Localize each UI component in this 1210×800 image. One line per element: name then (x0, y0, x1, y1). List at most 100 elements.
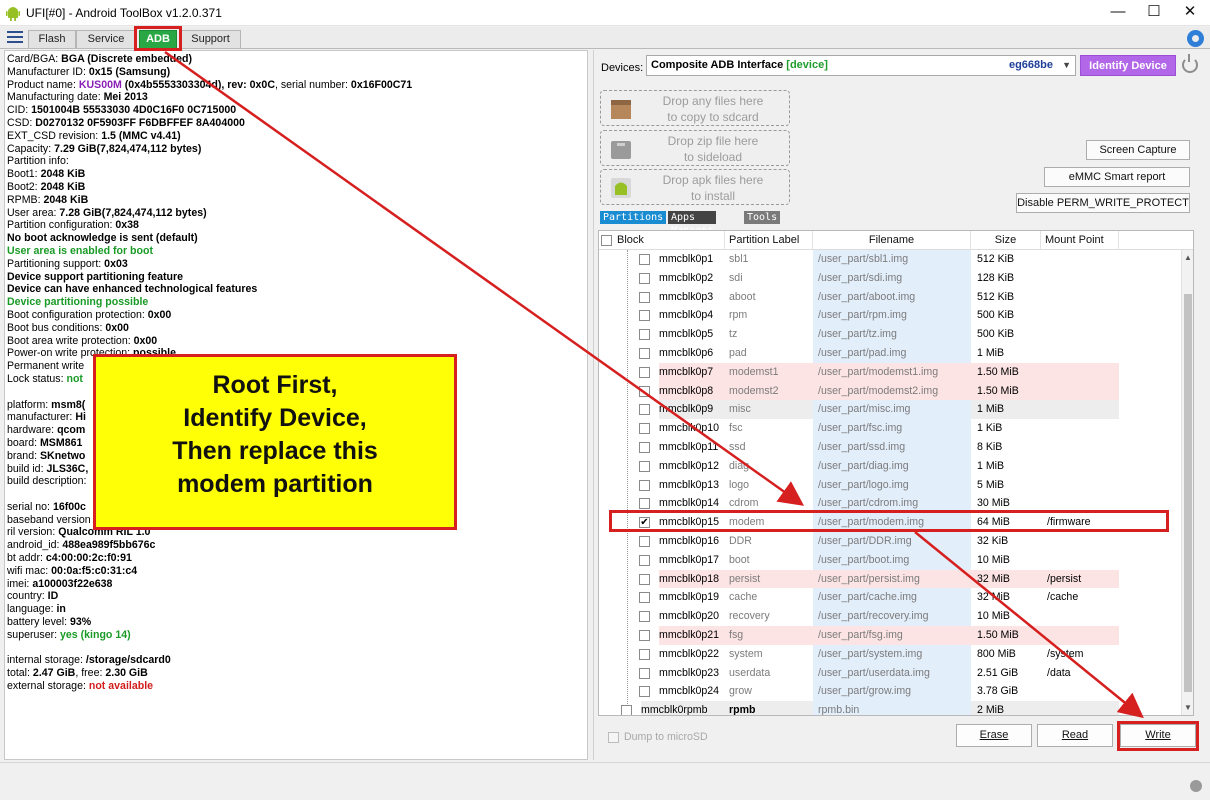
power-icon[interactable] (1182, 54, 1198, 73)
row-checkbox[interactable] (639, 498, 650, 510)
table-row[interactable]: mmcblk0p3 aboot/user_part/aboot.img 512 Ki… (599, 287, 1181, 307)
cell-label: diag (729, 459, 750, 472)
cell-block: mmcblk0p20 (659, 610, 720, 623)
row-checkbox[interactable] (639, 648, 650, 660)
row-checkbox[interactable] (639, 630, 650, 641)
device-select[interactable]: Composite ADB Interface [device] eg668be… (646, 55, 1076, 76)
row-checkbox[interactable] (639, 554, 650, 566)
tab-service[interactable]: Service (76, 30, 136, 48)
cell-file: /user_part/diag.img (813, 456, 971, 476)
table-row[interactable]: mmcblk0p19 cache/user_part/cache.img 32 Mi… (599, 588, 1181, 608)
row-checkbox[interactable] (639, 348, 650, 359)
row-checkbox[interactable] (639, 667, 650, 679)
row-checkbox[interactable] (639, 536, 650, 547)
cell-size: 512 KiB (977, 290, 1015, 303)
table-row[interactable]: mmcblk0p21 fsg/user_part/fsg.img 1.50 MiB (599, 626, 1181, 645)
table-row[interactable]: mmcblk0p13 logo/user_part/logo.img 5 MiB (599, 475, 1181, 495)
table-row[interactable]: mmcblk0p16 DDR/user_part/DDR.img 32 KiB (599, 532, 1181, 551)
minimize-button[interactable]: — (1100, 0, 1136, 24)
table-row[interactable]: mmcblk0p7 modemst1/user_part/modemst1.img… (599, 362, 1181, 382)
row-checkbox[interactable] (639, 272, 650, 284)
table-row[interactable]: mmcblk0p23 userdata/user_part/userdata.im… (599, 663, 1181, 683)
scroll-up-icon[interactable]: ▲ (1183, 252, 1193, 264)
column-partition-label[interactable]: Partition Label (725, 231, 813, 250)
partition-table[interactable]: Block Partition Label Filename Size Moun… (598, 230, 1194, 716)
row-checkbox[interactable] (639, 442, 650, 453)
emmc-smart-report-button[interactable]: eMMC Smart report (1044, 167, 1190, 187)
cell-label: ssd (729, 441, 746, 453)
row-checkbox[interactable] (639, 460, 650, 472)
info-line: Boot area write protection: 0x00 (7, 334, 158, 347)
dropzone-apk[interactable]: Drop apk files here to install (600, 169, 790, 205)
tab-support[interactable]: Support (180, 30, 241, 48)
row-checkbox[interactable] (639, 329, 650, 341)
column-block[interactable]: Block (617, 231, 725, 250)
maximize-button[interactable]: ☐ (1136, 0, 1172, 24)
modem-row-highlight (609, 510, 1169, 532)
close-button[interactable]: ✕ (1172, 0, 1208, 24)
info-line: User area: 7.28 GiB(7,824,474,112 bytes) (7, 206, 207, 219)
row-checkbox[interactable] (639, 686, 650, 698)
row-checkbox[interactable] (639, 479, 650, 491)
row-checkbox[interactable] (639, 423, 650, 435)
row-checkbox[interactable] (639, 573, 650, 585)
column-mount-point[interactable]: Mount Point (1041, 231, 1119, 250)
dropzone-sideload[interactable]: Drop zip file here to sideload (600, 130, 790, 166)
info-line: Device support partitioning feature (7, 270, 183, 283)
read-button[interactable]: Read (1037, 724, 1113, 747)
row-checkbox[interactable] (639, 611, 650, 623)
hamburger-menu-icon[interactable] (7, 31, 23, 45)
row-checkbox[interactable] (639, 291, 650, 303)
row-checkbox[interactable] (639, 366, 650, 378)
screen-capture-button[interactable]: Screen Capture (1086, 140, 1190, 160)
cell-label: DDR (729, 535, 752, 547)
table-row[interactable]: mmcblk0p10 fsc/user_part/fsc.img 1 KiB (599, 419, 1181, 438)
table-row[interactable]: mmcblk0p12 diag/user_part/diag.img 1 MiB (599, 456, 1181, 476)
cell-label: modemst2 (725, 381, 813, 401)
column-size[interactable]: Size (971, 231, 1041, 250)
table-row[interactable]: mmcblk0p17 boot/user_part/boot.img 10 MiB (599, 550, 1181, 570)
tab-flash[interactable]: Flash (28, 30, 76, 48)
subtab-tools[interactable]: Tools (744, 211, 781, 224)
table-row[interactable]: mmcblk0p4 rpm/user_part/rpm.img 500 KiB (599, 306, 1181, 326)
chevron-down-icon[interactable]: ▼ (1062, 56, 1071, 75)
row-checkbox[interactable] (639, 385, 650, 397)
settings-gear-icon[interactable] (1187, 30, 1204, 47)
disable-perm-write-protect-button[interactable]: Disable PERM_WRITE_PROTECT (1016, 193, 1190, 213)
subtab-apps-manager[interactable]: Apps Manager (668, 211, 717, 236)
row-checkbox[interactable] (639, 254, 650, 265)
table-row[interactable]: mmcblk0p24 grow/user_part/grow.img 3.78 Gi… (599, 682, 1181, 702)
table-row[interactable]: mmcblk0p20 recovery/user_part/recovery.im… (599, 607, 1181, 626)
subtab-partitions[interactable]: Partitions (600, 211, 667, 224)
table-row[interactable]: mmcblk0p11 ssd/user_part/ssd.img 8 KiB (599, 438, 1181, 457)
table-row[interactable]: mmcblk0p5 tz/user_part/tz.img 500 KiB (599, 325, 1181, 344)
dropzone-sdcard[interactable]: Drop any files here to copy to sdcard (600, 90, 790, 126)
column-filename[interactable]: Filename (813, 231, 971, 250)
erase-button[interactable]: Erase (956, 724, 1032, 747)
table-row[interactable]: mmcblk0p8 modemst2/user_part/modemst2.img… (599, 381, 1181, 401)
select-all-checkbox[interactable] (601, 235, 612, 246)
identify-device-button[interactable]: Identify Device (1080, 55, 1176, 76)
cell-mount (1041, 400, 1119, 420)
table-row[interactable]: mmcblk0p9 misc/user_part/misc.img 1 MiB (599, 400, 1181, 420)
resize-grip-icon[interactable] (1190, 780, 1202, 792)
row-checkbox[interactable] (639, 592, 650, 604)
row-checkbox[interactable] (639, 310, 650, 322)
dropzone-line: to copy to sdcard (667, 110, 759, 124)
table-row[interactable]: mmcblk0p6 pad/user_part/pad.img 1 MiB (599, 344, 1181, 363)
table-row[interactable]: mmcblk0p2 sdi/user_part/sdi.img 128 KiB (599, 268, 1181, 288)
dump-to-microsd-checkbox[interactable] (608, 732, 619, 743)
table-scrollbar[interactable]: ▲ ▼ (1181, 250, 1193, 715)
row-checkbox[interactable] (639, 404, 650, 416)
row-checkbox[interactable] (621, 705, 632, 715)
table-row[interactable]: mmcblk0rpmb rpmb rpmb.bin 2 MiB (599, 701, 1181, 715)
scroll-down-icon[interactable]: ▼ (1183, 702, 1193, 714)
table-row[interactable]: mmcblk0p1 sbl1/user_part/sbl1.img 512 KiB (599, 250, 1181, 269)
table-row[interactable]: mmcblk0p22 system/user_part/system.img 800… (599, 644, 1181, 664)
scroll-thumb[interactable] (1184, 294, 1192, 692)
table-row[interactable]: mmcblk0p18 persist/user_part/persist.img 3… (599, 569, 1181, 589)
cell-block: mmcblk0p4 (659, 309, 714, 322)
adb-panel: Devices: Composite ADB Interface [device… (593, 50, 1203, 760)
status-bar (0, 762, 1210, 800)
